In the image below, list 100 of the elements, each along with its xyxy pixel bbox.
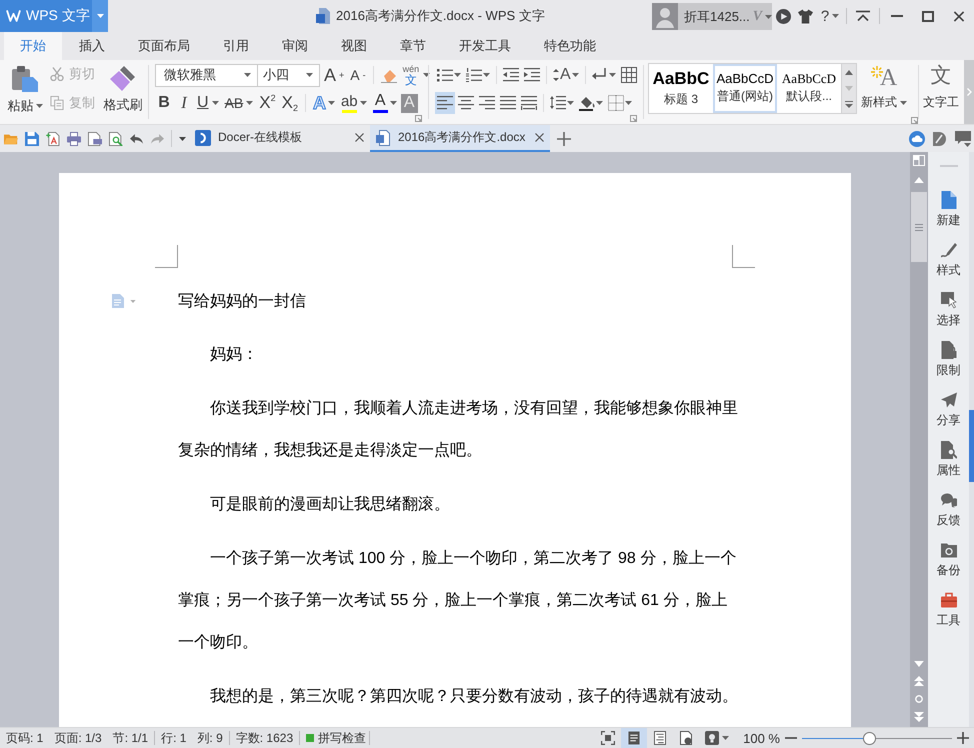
app-menu-button[interactable]: WPS 文字 (0, 0, 92, 32)
format-painter-button[interactable]: 格式刷 (102, 60, 144, 124)
close-icon (953, 10, 965, 22)
style-option[interactable]: AaBbCcD 默认段... (777, 64, 841, 113)
dialog-launcher-icon[interactable] (415, 115, 422, 122)
sidebar-button[interactable]: 备份 (928, 541, 969, 591)
status-text: 行: 1 (161, 730, 186, 746)
sidebar-button[interactable]: 选择 (928, 291, 969, 341)
sidebar-button[interactable]: 反馈 (928, 491, 969, 541)
comment-icon (954, 130, 970, 146)
folder-icon (4, 132, 18, 146)
bold-button[interactable]: B (155, 92, 173, 114)
return-arrow-icon (592, 68, 608, 82)
status-text: 列: 9 (197, 730, 223, 746)
document-heading: 写给妈妈的一封信 (178, 292, 306, 312)
close-icon[interactable] (355, 133, 364, 142)
logo-icon (6, 10, 21, 22)
scrollbar-thumb[interactable] (911, 192, 927, 262)
document-icon (316, 8, 330, 24)
cloud-icon (908, 130, 924, 146)
paint-bucket-icon (579, 95, 595, 111)
caret-icon (596, 101, 603, 105)
strikethrough-button[interactable]: AB (222, 92, 256, 114)
font-size-field[interactable]: 小四 (257, 64, 320, 86)
menu-tab[interactable]: 章节 (384, 32, 442, 60)
indent-left-icon (503, 68, 519, 82)
page-view-button[interactable] (621, 728, 648, 748)
slider-thumb[interactable] (863, 732, 876, 744)
sidebar-button[interactable]: 新建 (928, 191, 969, 241)
document-tab[interactable]: Docer-在线模板 (190, 125, 370, 152)
app-dropdown-button[interactable] (92, 0, 108, 32)
zoom-level-text: 100 % (743, 730, 780, 746)
vertical-scrollbar[interactable] (910, 152, 928, 727)
up-arrow-icon (845, 70, 853, 75)
text-tools-button[interactable]: 文 文字工 (923, 64, 959, 124)
grow-font-button[interactable]: A$^{+}$ (322, 64, 346, 86)
caret-icon (328, 101, 335, 105)
align-left-button[interactable] (435, 92, 455, 114)
caret-icon (360, 101, 367, 105)
table-button[interactable] (618, 64, 639, 86)
sidebar-button[interactable]: 样式 (928, 241, 969, 291)
new-style-button[interactable]: A 新样式 (857, 63, 911, 124)
caret-icon (246, 101, 254, 105)
caret-icon (96, 14, 104, 18)
shirt-icon (798, 8, 812, 24)
underline-button[interactable]: U (195, 92, 221, 114)
grip-icon (915, 224, 923, 230)
highlight-button[interactable]: ab (338, 92, 369, 114)
clipboard-icon (12, 66, 38, 92)
superscript-button[interactable]: X$^{2}$ (257, 92, 278, 114)
dialog-launcher-icon[interactable] (630, 115, 637, 122)
menu-tab[interactable]: 特色功能 (528, 32, 612, 60)
margin-corner-mark (155, 245, 178, 268)
plus-icon (957, 732, 969, 744)
document-tab[interactable]: 2016高考满分作文.docx (370, 125, 550, 152)
expand-icon (845, 101, 853, 108)
menu-tab[interactable]: 审阅 (266, 32, 324, 60)
sidebar-button[interactable]: 属性 (928, 441, 969, 491)
sidebar-button[interactable]: 分享 (928, 391, 969, 441)
caret-icon (212, 101, 219, 105)
menu-tab[interactable]: 视图 (325, 32, 383, 60)
arrows-icon (553, 69, 559, 81)
italic-button[interactable]: I (175, 92, 193, 114)
dialog-launcher-icon[interactable] (911, 117, 918, 124)
line-spacing-icon (550, 96, 566, 110)
pen-icon (940, 241, 956, 259)
eraser-icon (380, 67, 397, 83)
table-icon (620, 67, 637, 83)
user-account-button[interactable]: 折耳1425... V (652, 3, 772, 30)
sidebar-button[interactable]: 限制 (928, 341, 969, 391)
menu-tab[interactable]: 开发工具 (443, 32, 527, 60)
character-scale-button[interactable]: A (551, 64, 581, 86)
menu-tab[interactable]: 引用 (207, 32, 265, 60)
shrink-font-button[interactable]: A$^{-}$ (348, 64, 368, 86)
menu-tab[interactable]: 开始 (4, 32, 62, 60)
align-distributed-icon (521, 96, 537, 110)
font-name-field[interactable]: 微软雅黑 (155, 64, 258, 86)
maximize-icon (922, 10, 934, 22)
sidebar-toggle-tab[interactable] (969, 410, 974, 482)
caret-icon (722, 736, 730, 740)
style-option[interactable]: AaBbCcD 普通(网站) (713, 64, 777, 113)
page-plus-icon (46, 132, 60, 146)
font-color-button[interactable]: A (370, 92, 399, 114)
drag-handle[interactable] (940, 165, 958, 167)
menu-tab[interactable]: 页面布局 (122, 32, 206, 60)
printer-icon (66, 132, 80, 146)
avatar-icon (652, 3, 678, 30)
borders-button[interactable] (606, 92, 634, 114)
menu-tab[interactable]: 插入 (63, 32, 121, 60)
close-icon[interactable] (535, 133, 544, 142)
style-option[interactable]: AaBbC 标题 3 (649, 64, 713, 113)
outline-view-icon (654, 731, 666, 745)
logo-icon (195, 130, 211, 146)
paste-button[interactable]: 粘贴 (4, 60, 46, 124)
subscript-button[interactable]: X$_{2}$ (280, 92, 300, 114)
help-button[interactable]: ? (816, 0, 844, 32)
spell-check-button[interactable]: 拼写检查 (306, 731, 370, 745)
caret-icon (608, 73, 616, 77)
chat-bubbles-icon (940, 491, 956, 509)
sidebar-button[interactable]: 工具 (928, 591, 969, 641)
